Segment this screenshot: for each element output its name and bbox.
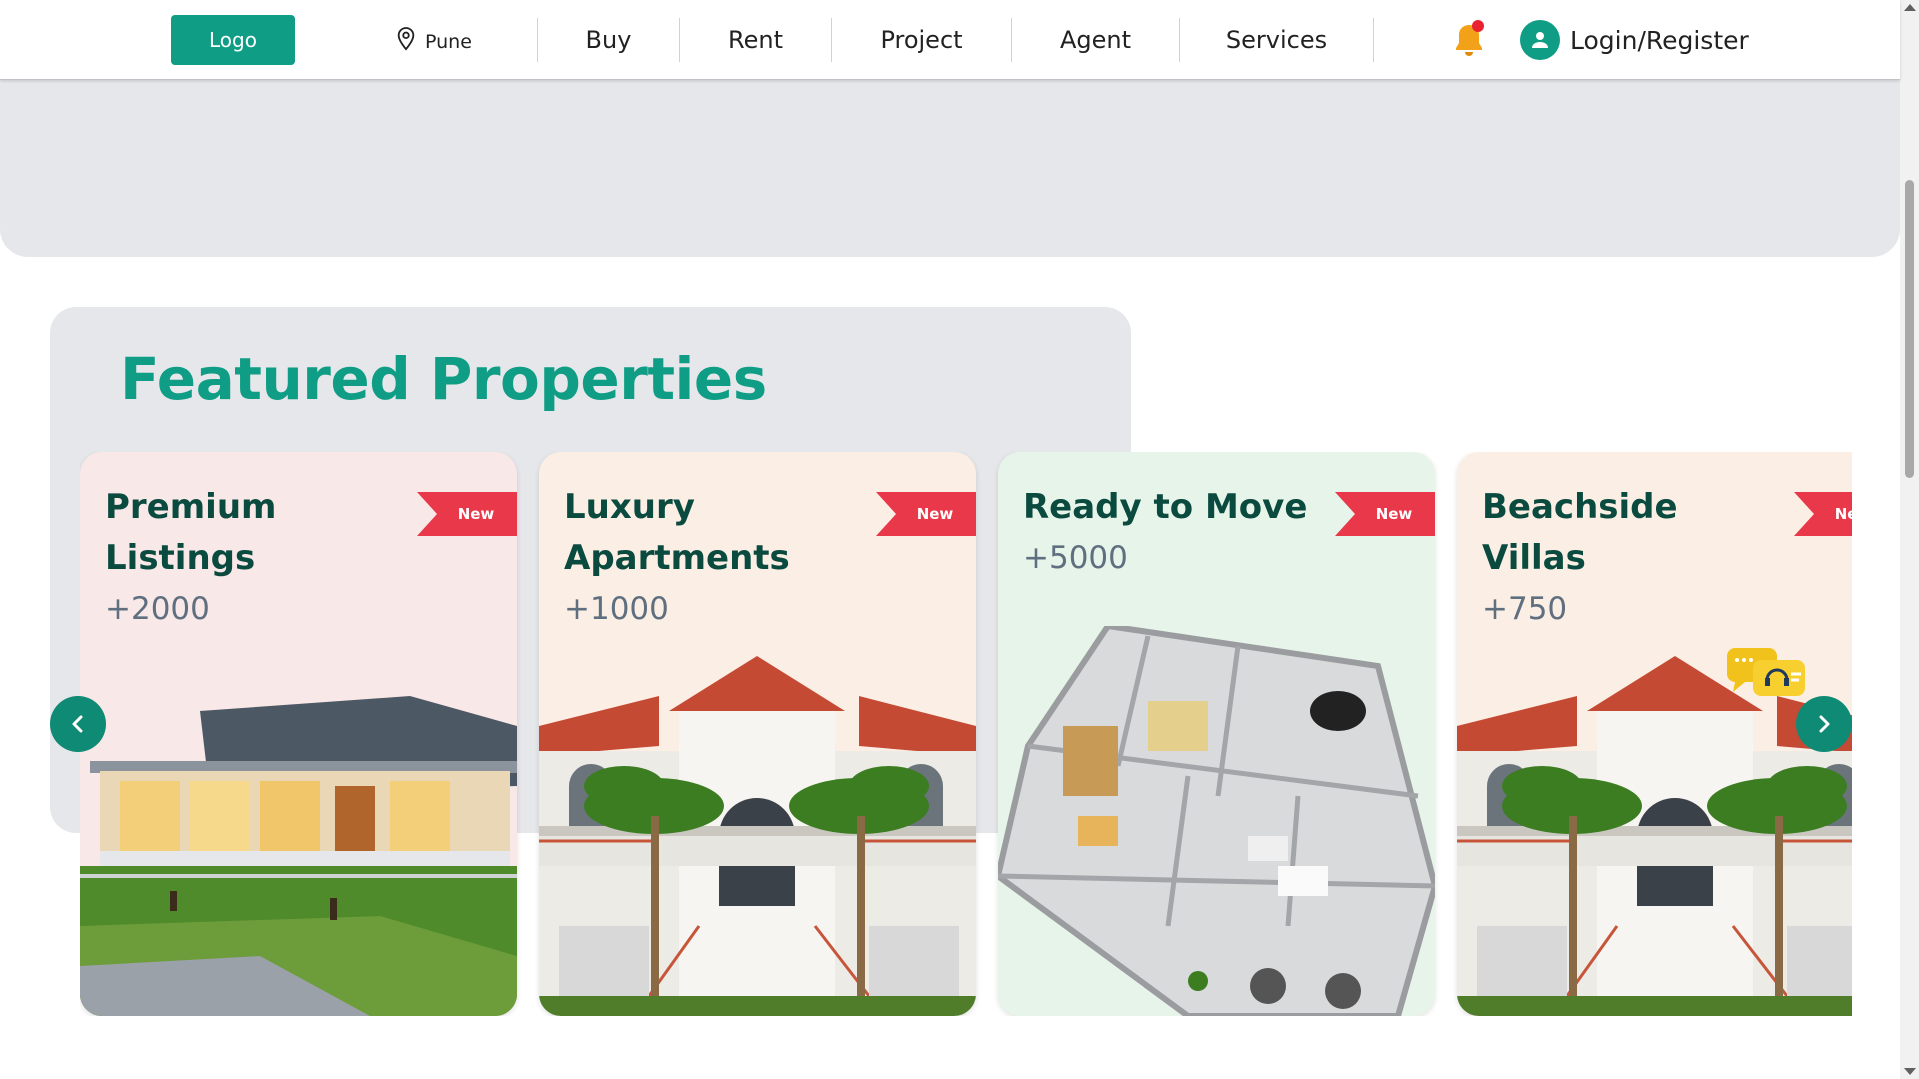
card-title: Premium Listings +2000 bbox=[105, 482, 405, 634]
featured-carousel: Premium Listings +2000 New Luxury Apartm… bbox=[80, 452, 1852, 1016]
scroll-up-icon[interactable] bbox=[1904, 4, 1916, 11]
nav-project[interactable]: Project bbox=[831, 18, 1011, 62]
card-count: +5000 bbox=[1023, 540, 1128, 576]
property-card-beachside-villas[interactable]: Beachside Villas +750 New bbox=[1457, 452, 1852, 1016]
card-title: Luxury Apartments +1000 bbox=[564, 482, 864, 634]
card-count: +1000 bbox=[564, 591, 669, 627]
top-navbar: Logo Pune Buy Rent Project Agent Service… bbox=[0, 0, 1900, 80]
nav-buy[interactable]: Buy bbox=[537, 18, 679, 62]
card-count: +2000 bbox=[105, 591, 210, 627]
chat-support-icon[interactable] bbox=[1725, 646, 1807, 706]
scrollbar-thumb[interactable] bbox=[1905, 180, 1914, 478]
villa-house-icon bbox=[1457, 656, 1852, 1016]
new-badge: New bbox=[876, 492, 976, 536]
logo-button[interactable]: Logo bbox=[171, 15, 295, 65]
page-scrollbar[interactable] bbox=[1900, 0, 1919, 1079]
carousel-next-button[interactable] bbox=[1796, 696, 1852, 752]
featured-properties-heading: Featured Properties bbox=[120, 345, 767, 413]
new-badge: New bbox=[1794, 492, 1852, 536]
chevron-left-icon bbox=[72, 715, 83, 733]
nav-agent[interactable]: Agent bbox=[1011, 18, 1179, 62]
user-avatar-icon bbox=[1520, 20, 1560, 60]
nav-services[interactable]: Services bbox=[1179, 18, 1373, 62]
property-card-ready-to-move[interactable]: Ready to Move +5000 New bbox=[998, 452, 1435, 1016]
location-label: Pune bbox=[425, 30, 472, 53]
main-nav: Buy Rent Project Agent Services bbox=[537, 18, 1374, 62]
login-register-link[interactable]: Login/Register bbox=[1520, 20, 1749, 60]
villa-house-icon bbox=[539, 656, 976, 1016]
location-pin-icon bbox=[395, 26, 417, 57]
nav-rent[interactable]: Rent bbox=[679, 18, 831, 62]
scroll-down-icon[interactable] bbox=[1904, 1068, 1916, 1075]
card-count: +750 bbox=[1482, 591, 1568, 627]
card-title: Beachside Villas +750 bbox=[1482, 482, 1782, 634]
new-badge: New bbox=[417, 492, 517, 536]
notification-bell-icon[interactable] bbox=[1451, 19, 1487, 59]
nav-divider bbox=[1373, 18, 1374, 62]
location-selector[interactable]: Pune bbox=[395, 26, 472, 57]
page: Logo Pune Buy Rent Project Agent Service… bbox=[0, 0, 1919, 1079]
floor-plan-3d-icon bbox=[998, 626, 1435, 1016]
farmhouse-night-icon bbox=[80, 666, 517, 1016]
carousel-prev-button[interactable] bbox=[50, 696, 106, 752]
property-card-premium-listings[interactable]: Premium Listings +2000 New bbox=[80, 452, 517, 1016]
login-label: Login/Register bbox=[1570, 25, 1749, 55]
card-title: Ready to Move +5000 bbox=[1023, 482, 1323, 583]
chevron-right-icon bbox=[1819, 715, 1830, 733]
hero-section bbox=[0, 70, 1900, 257]
new-badge: New bbox=[1335, 492, 1435, 536]
property-card-luxury-apartments[interactable]: Luxury Apartments +1000 New bbox=[539, 452, 976, 1016]
